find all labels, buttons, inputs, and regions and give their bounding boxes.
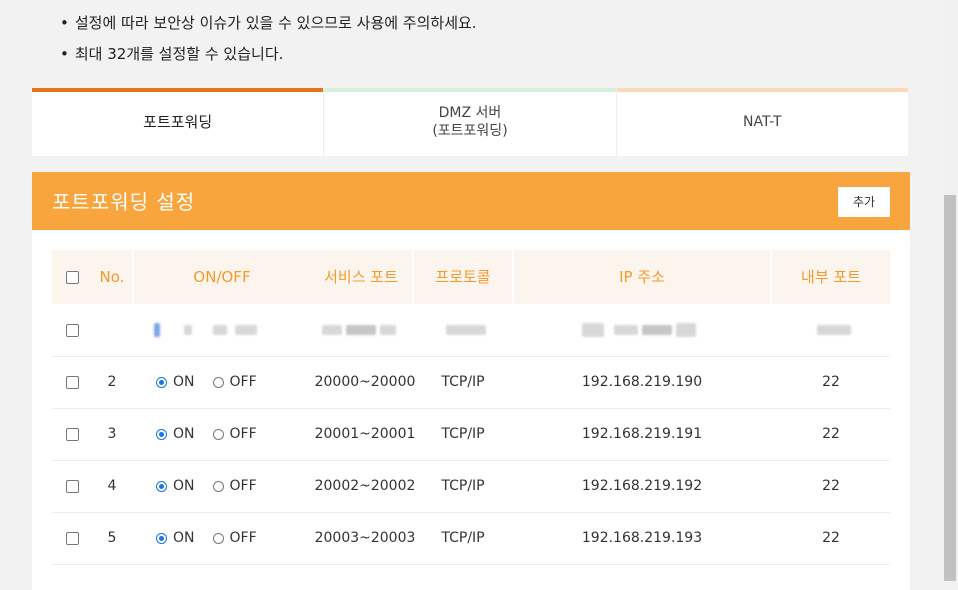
tab-port-forwarding[interactable]: 포트포워딩 (32, 88, 325, 156)
header-service-port: 서비스 포트 (310, 250, 412, 304)
redacted-content (580, 304, 720, 356)
radio-on[interactable] (156, 480, 167, 492)
row-ip: 192.168.219.191 (581, 426, 703, 442)
row-no: 3 (107, 426, 117, 442)
radio-off-label: OFF (229, 530, 257, 546)
select-all-checkbox[interactable] (65, 271, 79, 284)
panel-header: 포트포워딩 설정 추가 (32, 172, 910, 230)
tab-indicator (616, 88, 908, 92)
radio-on-label: ON (173, 530, 195, 546)
onoff-radio-group: ON OFF (156, 460, 316, 512)
notice-item: • 최대 32개를 설정할 수 있습니다. (60, 45, 284, 63)
tab-bar: 포트포워딩 DMZ 서버 (포트포워딩) NAT-T (32, 88, 908, 156)
scrollbar-thumb[interactable] (944, 195, 956, 581)
radio-on[interactable] (156, 428, 167, 440)
header-ip: IP 주소 (514, 250, 770, 304)
tab-nat-t[interactable]: NAT-T (616, 88, 908, 156)
table-row: 5 ON OFF 20003~20003 TCP/IP 192.168.219.193 22 (52, 512, 890, 565)
radio-off[interactable] (212, 376, 224, 388)
radio-off[interactable] (212, 480, 224, 492)
redacted-content (152, 304, 292, 356)
header-select-all (52, 250, 92, 304)
row-ip: 192.168.219.193 (581, 530, 703, 546)
radio-off[interactable] (212, 532, 224, 544)
row-protocol: TCP/IP (441, 374, 485, 390)
table-row: 3 ON OFF 20001~20001 TCP/IP 192.168.219.191 22 (52, 408, 890, 461)
row-service-port: 20002~20002 (314, 478, 416, 494)
row-checkbox[interactable] (65, 427, 79, 441)
radio-on[interactable] (156, 376, 167, 388)
row-internal-port: 22 (822, 374, 840, 390)
row-protocol: TCP/IP (441, 530, 485, 546)
notice-item: • 설정에 따라 보안상 이슈가 있을 수 있으므로 사용에 주의하세요. (60, 14, 477, 32)
table-row: 4 ON OFF 20002~20002 TCP/IP 192.168.219.192 22 (52, 460, 890, 513)
header-onoff: ON/OFF (134, 250, 310, 304)
onoff-radio-group: ON OFF (156, 512, 316, 564)
radio-off-label: OFF (229, 374, 257, 390)
radio-on-label: ON (173, 374, 195, 390)
row-protocol: TCP/IP (441, 478, 485, 494)
row-ip: 192.168.219.192 (581, 478, 703, 494)
row-service-port: 20003~20003 (314, 530, 416, 546)
tab-dmz-server[interactable]: DMZ 서버 (포트포워딩) (324, 88, 617, 156)
header-internal-port: 내부 포트 (772, 250, 890, 304)
add-button[interactable]: 추가 (838, 187, 890, 217)
table-row: 2 ON OFF 20000~20000 TCP/IP 192.168.219.190 22 (52, 356, 890, 409)
notice-list: • 설정에 따라 보안상 이슈가 있을 수 있으므로 사용에 주의하세요. • 최대… (60, 10, 477, 72)
row-internal-port: 22 (822, 530, 840, 546)
radio-on[interactable] (156, 532, 167, 544)
redacted-content (814, 304, 854, 356)
row-checkbox[interactable] (65, 375, 79, 389)
onoff-radio-group: ON OFF (156, 356, 316, 408)
radio-off-label: OFF (229, 478, 257, 494)
row-service-port: 20001~20001 (314, 426, 416, 442)
redacted-content (320, 304, 410, 356)
row-checkbox[interactable] (65, 531, 79, 545)
radio-on-label: ON (173, 426, 195, 442)
table-header: No. ON/OFF 서비스 포트 프로토콜 IP 주소 내부 포트 (52, 250, 890, 304)
row-ip: 192.168.219.190 (581, 374, 703, 390)
scrollbar[interactable] (942, 0, 958, 581)
row-protocol: TCP/IP (441, 426, 485, 442)
row-no: 5 (107, 530, 117, 546)
onoff-radio-group: ON OFF (156, 408, 316, 460)
header-protocol: 프로토콜 (414, 250, 512, 304)
radio-off-label: OFF (229, 426, 257, 442)
header-no: No. (92, 250, 132, 304)
radio-off[interactable] (212, 428, 224, 440)
row-checkbox[interactable] (65, 479, 79, 493)
table-row-redacted (52, 304, 890, 357)
tab-active-indicator (32, 88, 324, 92)
panel-title: 포트포워딩 설정 (52, 190, 196, 214)
row-checkbox[interactable] (65, 323, 79, 337)
tab-indicator (324, 88, 616, 92)
row-service-port: 20000~20000 (314, 374, 416, 390)
row-no: 4 (107, 478, 117, 494)
row-internal-port: 22 (822, 478, 840, 494)
radio-on-label: ON (173, 478, 195, 494)
row-internal-port: 22 (822, 426, 840, 442)
redacted-content (444, 304, 494, 356)
row-no: 2 (107, 374, 117, 390)
